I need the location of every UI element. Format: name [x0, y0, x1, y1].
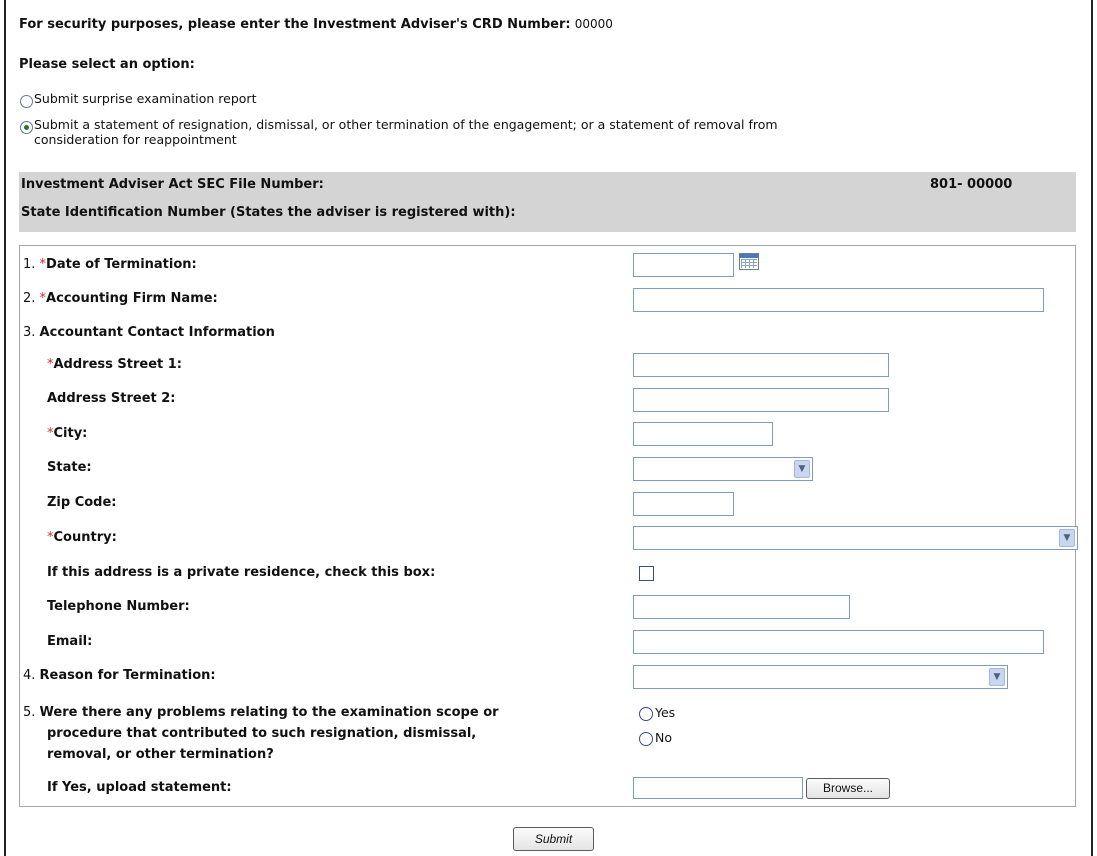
accounting-firm-name-input[interactable] [633, 288, 1044, 312]
security-prompt: For security purposes, please enter the … [19, 17, 571, 32]
street2-label: Address Street 2: [47, 391, 176, 406]
termination-date-input[interactable] [633, 253, 734, 277]
q5-text-line3: removal, or other termination? [47, 747, 274, 762]
q2-label: 2. *Accounting Firm Name: [23, 291, 218, 306]
q1-label: 1. *Date of Termination: [23, 257, 197, 272]
chevron-down-icon[interactable]: ▼ [1059, 529, 1075, 547]
q3-text: Accountant Contact Information [39, 325, 275, 340]
upload-label: If Yes, upload statement: [47, 780, 232, 795]
q2-number: 2. [23, 291, 36, 306]
option1-label: Submit surprise examination report [34, 91, 257, 106]
q5-yes-radio[interactable] [639, 707, 653, 721]
option1-radio[interactable] [20, 95, 33, 108]
private-residence-checkbox[interactable] [639, 566, 654, 581]
option2-label-line1: Submit a statement of resignation, dismi… [34, 117, 778, 132]
state-select[interactable]: ▼ [633, 457, 813, 481]
q4-label: 4. Reason for Termination: [23, 668, 216, 683]
telephone-label: Telephone Number: [47, 599, 190, 614]
chevron-down-icon[interactable]: ▼ [794, 460, 810, 478]
q5-text-line2: procedure that contributed to such resig… [47, 726, 477, 741]
crd-number: 00000 [574, 17, 613, 31]
options-heading: Please select an option: [19, 57, 195, 72]
upload-file-input[interactable] [633, 777, 803, 799]
q1-number: 1. [23, 257, 36, 272]
q4-text: Reason for Termination: [39, 668, 216, 683]
q2-text: Accounting Firm Name: [46, 291, 218, 306]
state-id-label: State Identification Number (States the … [21, 205, 516, 220]
country-text: Country: [53, 530, 117, 545]
city-input[interactable] [633, 422, 773, 446]
private-residence-label: If this address is a private residence, … [47, 565, 436, 580]
q1-text: Date of Termination: [46, 257, 197, 272]
zip-code-input[interactable] [633, 492, 734, 516]
q5-number: 5. [23, 705, 36, 720]
security-line: For security purposes, please enter the … [19, 17, 613, 32]
sec-file-value: 801- 00000 [930, 177, 1013, 192]
q3-label: 3. Accountant Contact Information [23, 325, 275, 340]
country-select[interactable]: ▼ [633, 526, 1078, 550]
q5-label-line1: 5. Were there any problems relating to t… [23, 705, 499, 720]
street1-label: *Address Street 1: [47, 357, 182, 372]
state-label: State: [47, 460, 92, 475]
city-label: *City: [47, 426, 87, 441]
termination-reason-select[interactable]: ▼ [633, 665, 1008, 689]
zip-label: Zip Code: [47, 495, 117, 510]
address-street2-input[interactable] [633, 388, 889, 412]
street1-text: Address Street 1: [53, 357, 183, 372]
option2-label-line2: consideration for reappointment [34, 132, 237, 147]
chevron-down-icon[interactable]: ▼ [989, 668, 1005, 686]
submit-button[interactable]: Submit [513, 827, 594, 851]
calendar-icon[interactable] [739, 253, 759, 270]
q4-number: 4. [23, 668, 36, 683]
browse-button[interactable]: Browse... [806, 778, 890, 799]
email-label: Email: [47, 634, 93, 649]
sec-file-label: Investment Adviser Act SEC File Number: [21, 177, 324, 192]
country-label: *Country: [47, 530, 117, 545]
address-street1-input[interactable] [633, 353, 889, 377]
q3-number: 3. [23, 325, 36, 340]
q5-yes-label: Yes [655, 705, 676, 720]
q5-no-radio[interactable] [639, 732, 653, 746]
telephone-input[interactable] [633, 595, 850, 619]
option2-radio[interactable] [20, 121, 33, 134]
city-text: City: [53, 426, 88, 441]
email-input[interactable] [633, 630, 1044, 654]
q5-text-line1: Were there any problems relating to the … [39, 705, 499, 720]
q5-no-label: No [655, 730, 672, 745]
